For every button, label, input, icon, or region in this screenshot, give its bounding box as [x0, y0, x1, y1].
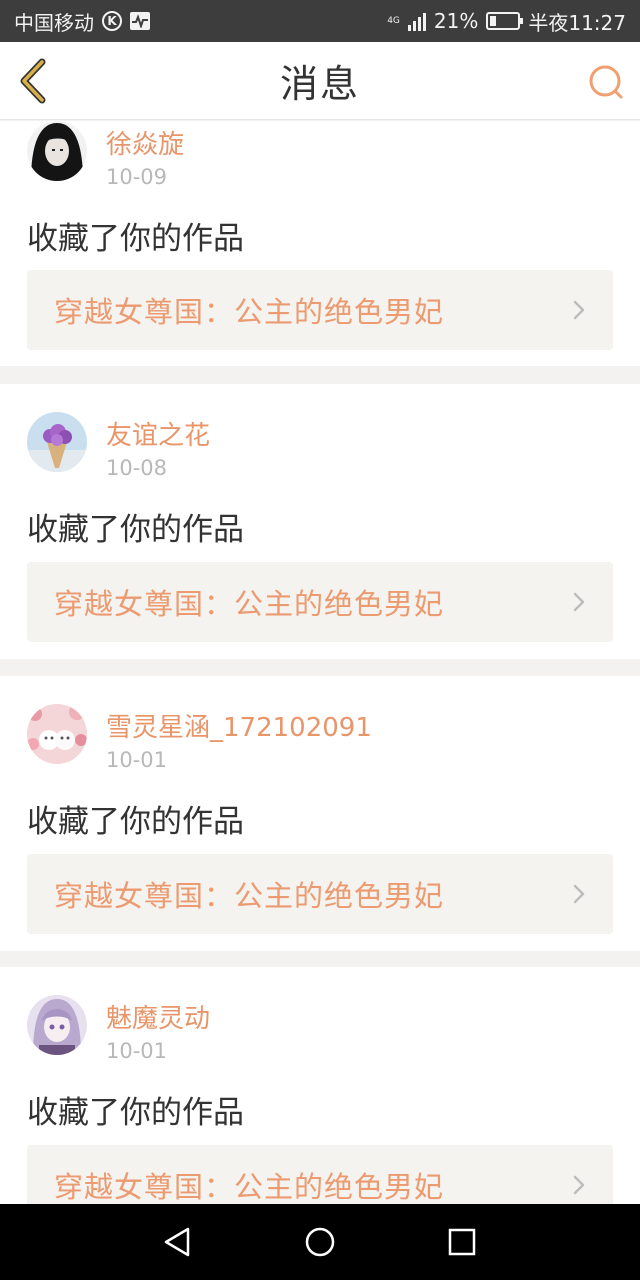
work-link[interactable]: 穿越女尊国：公主的绝色男妃 [27, 270, 613, 350]
work-link[interactable]: 穿越女尊国：公主的绝色男妃 [27, 562, 613, 642]
message-card: 雪灵星涵_172102091 10-01 收藏了你的作品 穿越女尊国：公主的绝色… [0, 676, 640, 951]
battery-percent: 21% [433, 9, 479, 33]
message-action: 收藏了你的作品 [27, 804, 244, 840]
username[interactable]: 友谊之花 [106, 415, 210, 452]
work-title: 穿越女尊国：公主的绝色男妃 [54, 879, 445, 913]
nav-recents-icon[interactable] [448, 1228, 476, 1256]
chevron-right-icon [573, 592, 585, 612]
message-action: 收藏了你的作品 [27, 1095, 244, 1131]
message-list[interactable]: 徐焱旋 10-09 收藏了你的作品 穿越女尊国：公主的绝色男妃 友谊之花 10-… [0, 121, 640, 1204]
avatar[interactable] [27, 995, 87, 1055]
battery-icon [486, 12, 524, 30]
chevron-right-icon [573, 884, 585, 904]
network-label: 4G [387, 15, 400, 26]
network-type: 4G [387, 15, 400, 26]
work-title: 穿越女尊国：公主的绝色男妃 [54, 587, 445, 621]
page-title: 消息 [279, 62, 360, 106]
message-date: 10-09 [106, 165, 168, 189]
message-card: 友谊之花 10-08 收藏了你的作品 穿越女尊国：公主的绝色男妃 [0, 384, 640, 659]
k-badge-icon: K [102, 11, 122, 31]
username[interactable]: 魅魔灵动 [106, 998, 210, 1035]
status-left: 中国移动 K [14, 7, 150, 36]
header-bar: 消息 [0, 42, 640, 120]
clock: 半夜11:27 [528, 10, 626, 35]
signal-icon [407, 11, 426, 31]
back-chevron-icon[interactable] [16, 58, 50, 104]
username[interactable]: 雪灵星涵_172102091 [106, 707, 372, 744]
status-bar: 中国移动 K 4G 21% 半夜11:27 [0, 0, 640, 42]
message-card: 魅魔灵动 10-01 收藏了你的作品 穿越女尊国：公主的绝色男妃 [0, 967, 640, 1204]
message-card: 徐焱旋 10-09 收藏了你的作品 穿越女尊国：公主的绝色男妃 [0, 121, 640, 366]
nav-home-icon[interactable] [304, 1226, 336, 1258]
chevron-right-icon [573, 1175, 585, 1195]
message-action: 收藏了你的作品 [27, 221, 244, 257]
work-link[interactable]: 穿越女尊国：公主的绝色男妃 [27, 1145, 613, 1204]
message-date: 10-08 [106, 456, 168, 480]
message-action: 收藏了你的作品 [27, 512, 244, 548]
status-right: 4G 21% 半夜11:27 [387, 7, 626, 36]
search-icon[interactable] [588, 64, 624, 100]
nav-back-icon[interactable] [162, 1226, 192, 1258]
work-link[interactable]: 穿越女尊国：公主的绝色男妃 [27, 854, 613, 934]
avatar[interactable] [27, 412, 87, 472]
chevron-right-icon [573, 300, 585, 320]
work-title: 穿越女尊国：公主的绝色男妃 [54, 295, 445, 329]
avatar[interactable] [27, 121, 87, 181]
activity-icon [130, 12, 150, 30]
work-title: 穿越女尊国：公主的绝色男妃 [54, 1170, 445, 1204]
username[interactable]: 徐焱旋 [106, 124, 184, 161]
carrier-label: 中国移动 [14, 10, 94, 35]
message-date: 10-01 [106, 1039, 168, 1063]
message-date: 10-01 [106, 748, 168, 772]
system-nav-bar [0, 1204, 640, 1280]
avatar[interactable] [27, 704, 87, 764]
